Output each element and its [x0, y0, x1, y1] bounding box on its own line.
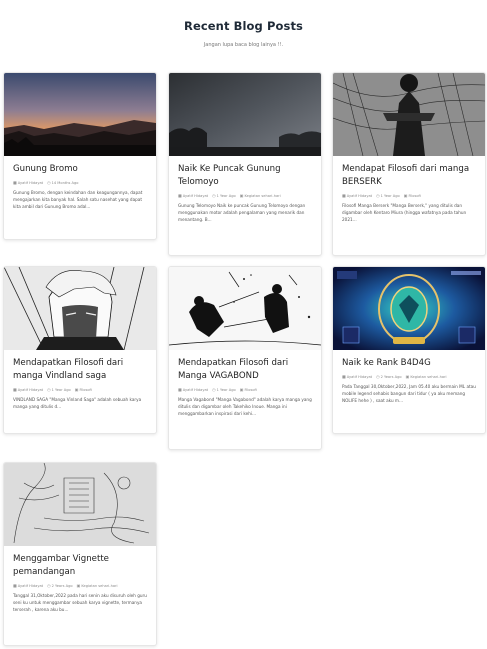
post-card[interactable]: Gunung Bromo ■ Ayatif Hidayat ◷ 14 Months … [3, 72, 157, 240]
post-category[interactable]: Filosofi [79, 388, 91, 392]
folder-icon: ▣ [403, 193, 408, 198]
post-author[interactable]: Ayatif Hidayat [18, 388, 43, 392]
folder-icon: ▣ [76, 583, 81, 588]
post-category[interactable]: Filosofi [408, 194, 420, 198]
post-title[interactable]: Naik ke Rank B4D4G [342, 357, 476, 370]
post-author[interactable]: Ayatif Hidayat [18, 584, 43, 588]
user-icon: ■ [342, 193, 346, 198]
post-card[interactable]: Menggambar Vignette pemandangan ■ Ayatif … [3, 462, 157, 646]
post-title[interactable]: Menggambar Vignette pemandangan [13, 553, 147, 579]
user-icon: ■ [178, 387, 182, 392]
post-thumbnail-manga-berserk[interactable] [333, 73, 485, 156]
post-excerpt: Tanggal 31,Oktober,2022 pada hari senin … [13, 593, 147, 612]
folder-icon: ▣ [239, 193, 244, 198]
post-date: 1 Year Ago [380, 193, 400, 198]
post-excerpt: Gunung Bromo, dengan keindahan dan keagu… [13, 190, 143, 209]
post-date: 1 Year Ago [216, 387, 236, 392]
post-meta: ■ Ayatif Hidayat ◷ 1 Year Ago ▣ Filosofi [13, 387, 147, 392]
user-icon: ■ [13, 180, 17, 185]
user-icon: ■ [13, 583, 17, 588]
post-thumbnail-vignette-drawing[interactable] [4, 463, 156, 546]
post-date: 2 Years Ago [380, 374, 402, 379]
post-thumbnail-cloudy-sky[interactable] [169, 73, 321, 156]
post-meta: ■ Ayatif Hidayat ◷ 1 Year Ago ▣ Filosofi [342, 193, 476, 198]
clock-icon: ◷ [212, 193, 216, 198]
post-date: 1 Year Ago [216, 193, 236, 198]
clock-icon: ◷ [47, 583, 51, 588]
clock-icon: ◷ [47, 180, 51, 185]
page-title: Recent Blog Posts [183, 19, 304, 33]
post-author[interactable]: Ayatif Hidayat [183, 194, 208, 198]
post-title[interactable]: Mendapat Filosofi dari manga BERSERK [342, 163, 476, 189]
post-excerpt: Manga Vagabond "Manga Vagabond" adalah k… [178, 397, 312, 416]
post-category[interactable]: Kegiatan sehari-hari [410, 375, 446, 379]
post-date: 1 Year Ago [51, 387, 71, 392]
post-author[interactable]: Ayatif Hidayat [347, 375, 372, 379]
post-author[interactable]: Ayatif Hidayat [18, 181, 43, 185]
post-meta: ■ Ayatif Hidayat ◷ 2 Years Ago ▣ Kegiatan s… [342, 374, 476, 379]
post-card[interactable]: Mendapatkan Filosofi dari Manga VAGABOND… [168, 266, 322, 450]
folder-icon: ▣ [405, 374, 410, 379]
clock-icon: ◷ [47, 387, 51, 392]
post-title[interactable]: Naik Ke Puncak Gunung Telomoyo [178, 163, 312, 189]
post-thumbnail-sunset-mountain[interactable] [4, 73, 156, 156]
post-date: 14 Months Ago [51, 180, 79, 185]
folder-icon: ▣ [74, 387, 79, 392]
post-thumbnail-manga-vagabond[interactable] [169, 267, 321, 350]
post-category[interactable]: Filosofi [244, 388, 256, 392]
user-icon: ■ [342, 374, 346, 379]
clock-icon: ◷ [376, 374, 380, 379]
post-thumbnail-manga-vinland-saga[interactable] [4, 267, 156, 350]
post-excerpt: Filosofi Manga Berserk "Manga Berserk," … [342, 203, 467, 222]
post-title[interactable]: Mendapatkan Filosofi dari Manga VAGABOND [178, 357, 312, 383]
post-author[interactable]: Ayatif Hidayat [183, 388, 208, 392]
user-icon: ■ [13, 387, 17, 392]
post-title[interactable]: Mendapatkan Filosofi dari manga Vindland… [13, 357, 147, 383]
post-excerpt: VINDLAND SAGA "Manga Vinland Saga" adala… [13, 397, 142, 409]
folder-icon: ▣ [239, 387, 244, 392]
post-author[interactable]: Ayatif Hidayat [347, 194, 372, 198]
clock-icon: ◷ [212, 387, 216, 392]
post-meta: ■ Ayatif Hidayat ◷ 1 Year Ago ▣ Filosofi [178, 387, 312, 392]
user-icon: ■ [178, 193, 182, 198]
post-category[interactable]: Kegiatan sehari-hari [244, 194, 280, 198]
post-excerpt: Gunung Telomoyo Naik ke puncak Gunung Te… [178, 203, 306, 222]
post-meta: ■ Ayatif Hidayat ◷ 1 Year Ago ▣ Kegiatan se… [178, 193, 312, 198]
post-card[interactable]: Naik ke Rank B4D4G ■ Ayatif Hidayat ◷ 2 Ye… [332, 266, 486, 434]
post-date: 2 Years Ago [51, 583, 73, 588]
post-card[interactable]: Naik Ke Puncak Gunung Telomoyo ■ Ayatif H… [168, 72, 322, 256]
post-meta: ■ Ayatif Hidayat ◷ 2 Years Ago ▣ Kegiatan s… [13, 583, 147, 588]
post-card[interactable]: Mendapat Filosofi dari manga BERSERK ■ Ay… [332, 72, 486, 256]
page-subtitle: Jangan lupa baca blog lainya !!. [203, 42, 284, 48]
post-category[interactable]: Kegiatan sehari-hari [81, 584, 117, 588]
post-card[interactable]: Mendapatkan Filosofi dari manga Vindland… [3, 266, 157, 434]
post-excerpt: Pada Tanggal 30,Oktober,2022, Jam 05.40 … [342, 384, 476, 403]
post-thumbnail-game-rank[interactable] [333, 267, 485, 350]
post-meta: ■ Ayatif Hidayat ◷ 14 Months Ago [13, 180, 147, 185]
clock-icon: ◷ [376, 193, 380, 198]
post-title[interactable]: Gunung Bromo [13, 163, 147, 176]
